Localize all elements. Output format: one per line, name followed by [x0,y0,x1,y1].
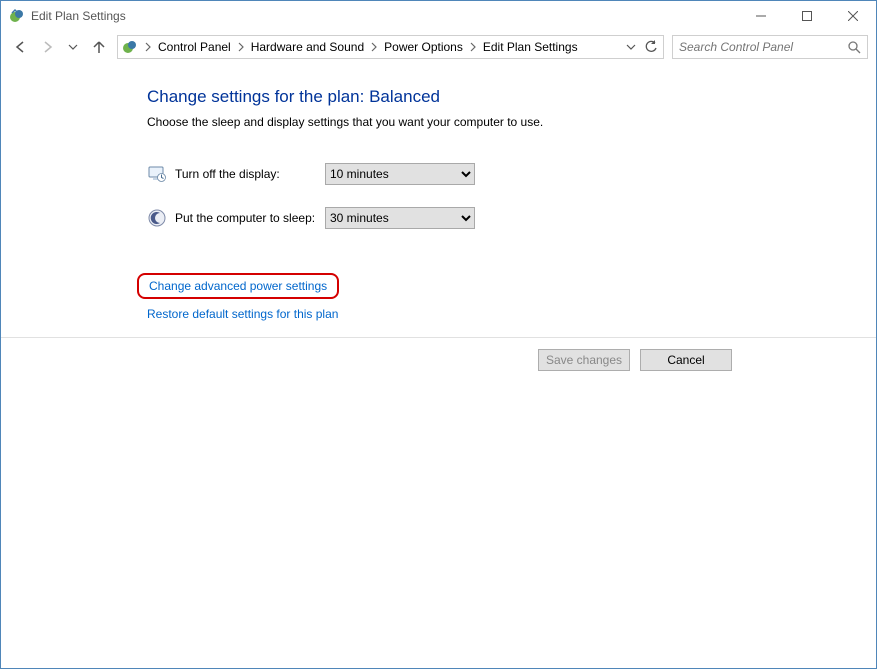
chevron-right-icon[interactable] [467,39,479,55]
refresh-button[interactable] [641,37,661,57]
chevron-right-icon[interactable] [235,39,247,55]
search-input[interactable] [679,40,847,54]
display-timeout-label: Turn off the display: [175,167,325,181]
maximize-button[interactable] [784,1,830,31]
breadcrumb-control-panel[interactable]: Control Panel [154,40,235,54]
navigation-row: Control Panel Hardware and Sound Power O… [1,31,876,63]
forward-button[interactable] [35,35,59,59]
breadcrumb-edit-plan[interactable]: Edit Plan Settings [479,40,582,54]
search-icon[interactable] [847,40,861,54]
sleep-timeout-select[interactable]: 30 minutes [325,207,475,229]
page-subtext: Choose the sleep and display settings th… [147,115,876,129]
sleep-timeout-row: Put the computer to sleep: 30 minutes [147,207,876,229]
monitor-icon [147,164,167,184]
display-timeout-select[interactable]: 10 minutes [325,163,475,185]
breadcrumb-hardware-sound[interactable]: Hardware and Sound [247,40,368,54]
address-dropdown-icon[interactable] [621,37,641,57]
window: Edit Plan Settings [0,0,877,669]
minimize-button[interactable] [738,1,784,31]
breadcrumb-power-options[interactable]: Power Options [380,40,467,54]
search-box[interactable] [672,35,868,59]
advanced-settings-link[interactable]: Change advanced power settings [149,279,327,293]
save-changes-button[interactable]: Save changes [538,349,630,371]
up-button[interactable] [87,35,111,59]
display-timeout-row: Turn off the display: 10 minutes [147,163,876,185]
chevron-right-icon[interactable] [142,39,154,55]
advanced-settings-highlight: Change advanced power settings [137,273,339,299]
window-title: Edit Plan Settings [31,9,126,23]
moon-icon [147,208,167,228]
cancel-button[interactable]: Cancel [640,349,732,371]
sleep-timeout-label: Put the computer to sleep: [175,211,325,225]
footer: Save changes Cancel [1,337,876,381]
titlebar: Edit Plan Settings [1,1,876,31]
recent-dropdown-icon[interactable] [61,35,85,59]
app-icon [9,8,25,24]
back-button[interactable] [9,35,33,59]
address-bar[interactable]: Control Panel Hardware and Sound Power O… [117,35,664,59]
address-icon [122,39,138,55]
content-area: Change settings for the plan: Balanced C… [1,63,876,668]
close-button[interactable] [830,1,876,31]
chevron-right-icon[interactable] [368,39,380,55]
breadcrumbs: Control Panel Hardware and Sound Power O… [154,39,621,55]
restore-defaults-link[interactable]: Restore default settings for this plan [147,307,338,321]
page-heading: Change settings for the plan: Balanced [147,87,876,107]
